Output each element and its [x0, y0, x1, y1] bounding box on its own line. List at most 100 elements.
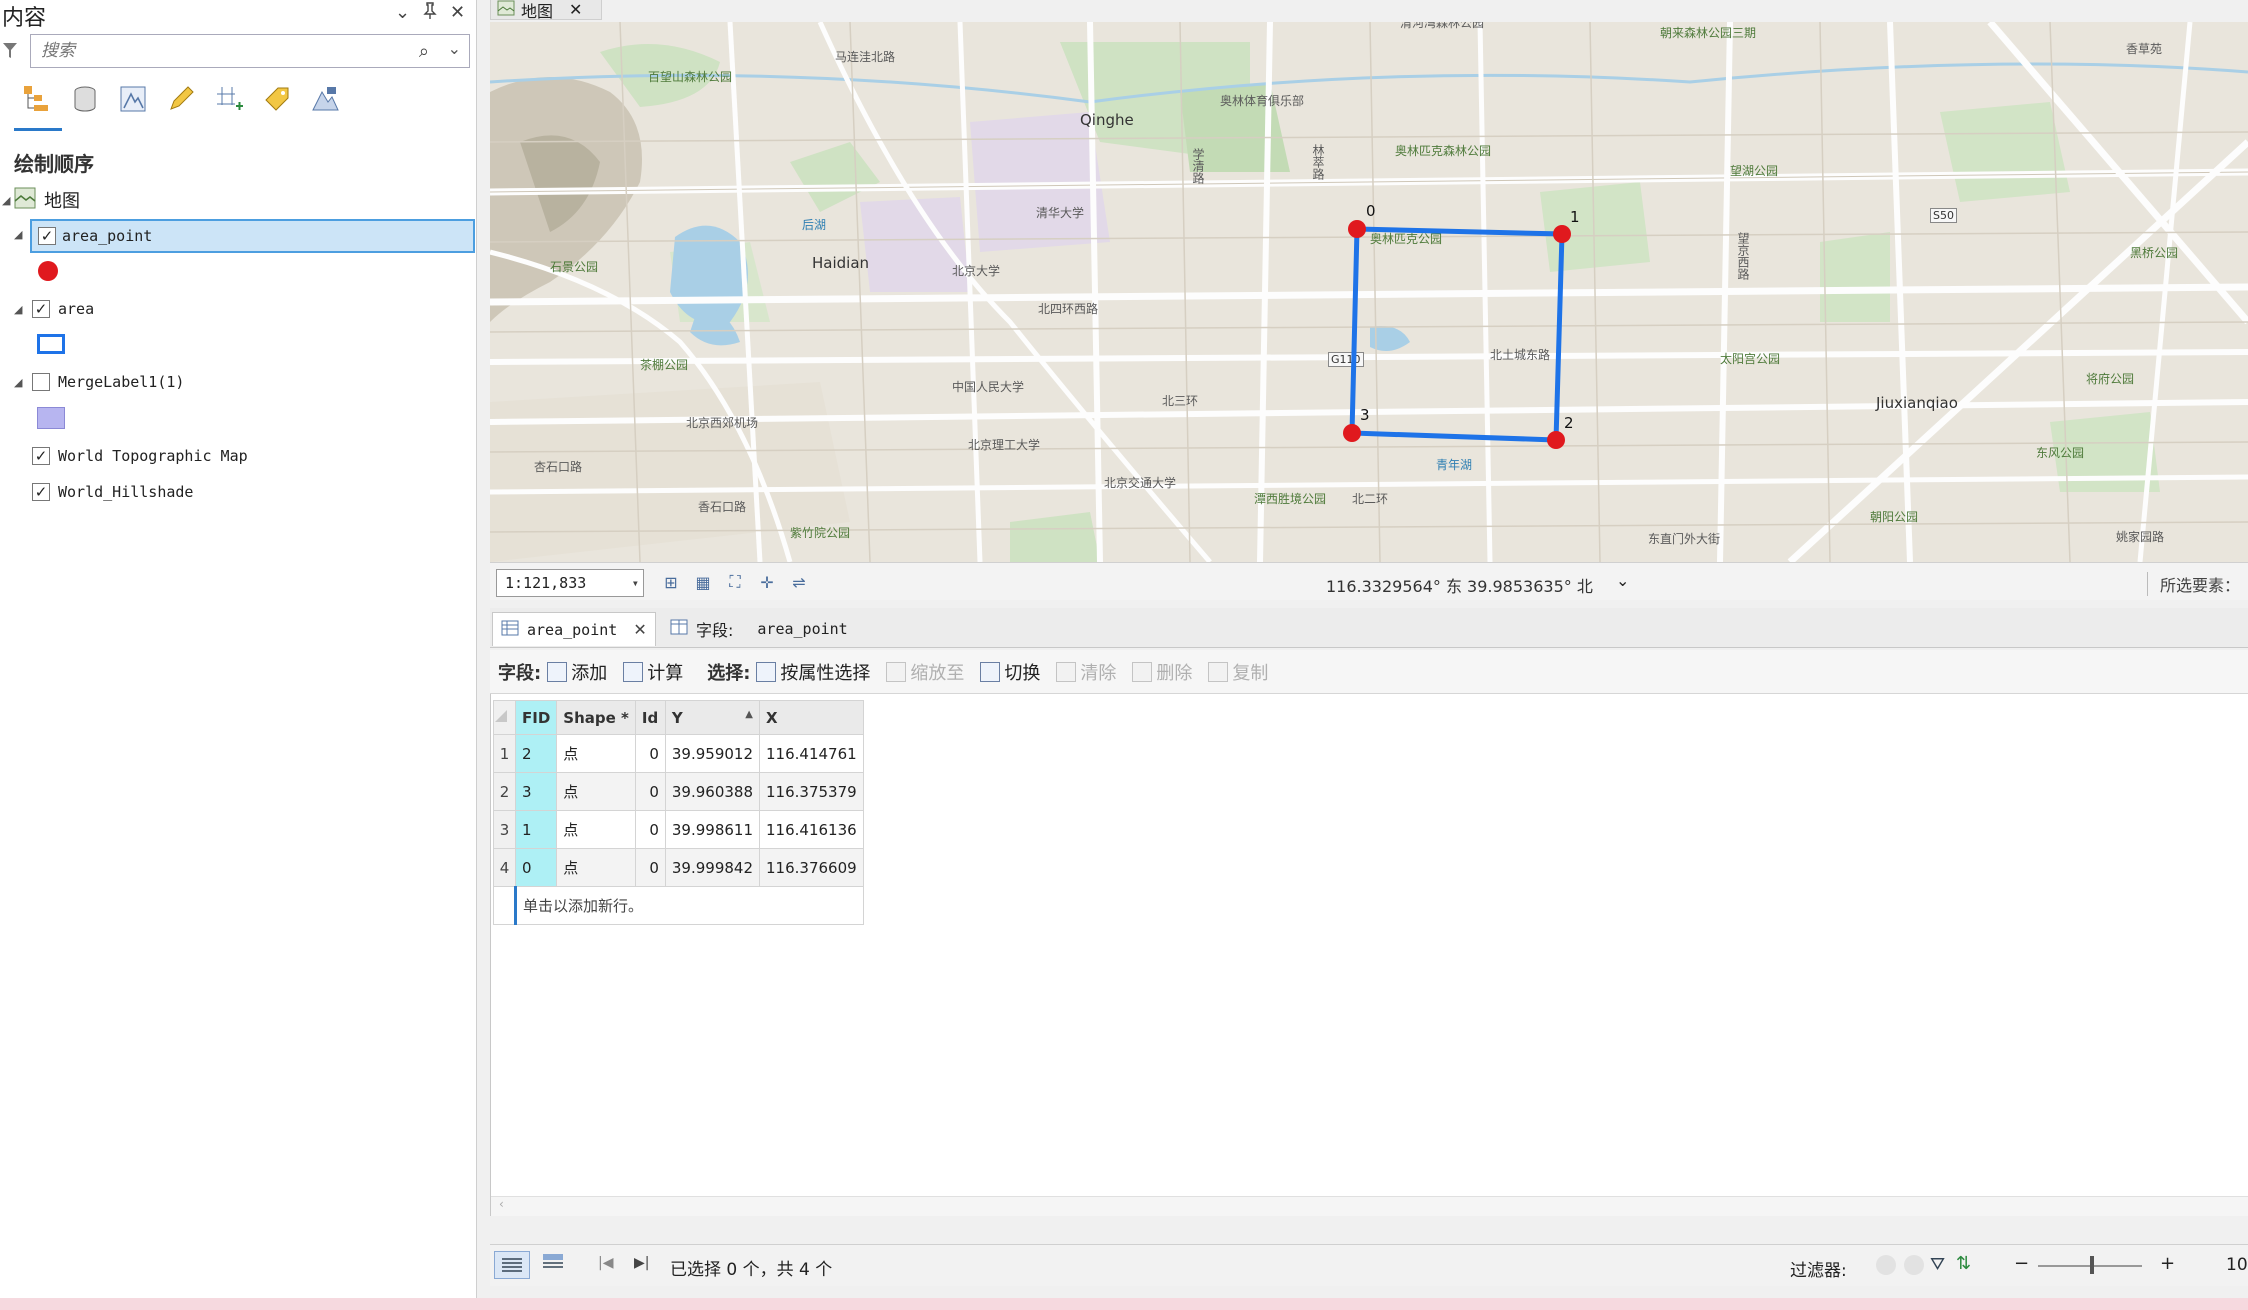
- column-header-shape[interactable]: Shape *: [556, 700, 636, 735]
- collapse-triangle-icon[interactable]: ◢: [14, 303, 22, 316]
- column-header-y[interactable]: Y ▲: [664, 700, 761, 735]
- show-all-records-button[interactable]: [494, 1251, 530, 1279]
- table-row[interactable]: 4 0 点 0 39.999842 116.376609: [493, 848, 864, 887]
- tab-fields-view[interactable]: 字段: area_point: [662, 612, 856, 646]
- row-number[interactable]: 2: [493, 772, 516, 811]
- cell-fid[interactable]: 2: [514, 734, 558, 773]
- layer-visibility-checkbox[interactable]: [32, 373, 50, 391]
- first-record-icon[interactable]: |◀: [598, 1255, 613, 1271]
- list-by-data-source-icon[interactable]: [68, 82, 102, 116]
- close-map-tab-icon[interactable]: ✕: [569, 0, 582, 19]
- area-polygon-overlay[interactable]: [490, 22, 2248, 562]
- list-by-selection-icon[interactable]: [116, 82, 150, 116]
- map-node[interactable]: ◢ 地图: [0, 183, 475, 217]
- lavender-fill-symbol-icon[interactable]: [37, 407, 65, 429]
- row-number[interactable]: 3: [493, 810, 516, 849]
- table-row[interactable]: 3 1 点 0 39.998611 116.416136: [493, 810, 864, 849]
- cell-y[interactable]: 39.998611: [664, 810, 761, 849]
- map-view-tab[interactable]: 地图 ✕: [490, 0, 602, 21]
- cell-id[interactable]: 0: [634, 848, 666, 887]
- column-header-fid[interactable]: FID: [514, 700, 558, 735]
- auto-hide-pin-icon[interactable]: [423, 2, 437, 25]
- close-pane-icon[interactable]: ✕: [450, 2, 465, 23]
- layer-row-world-topographic-map[interactable]: ✓ World Topographic Map: [0, 439, 475, 473]
- add-new-row[interactable]: 单击以添加新行。: [493, 886, 864, 925]
- table-row[interactable]: 1 2 点 0 39.959012 116.414761: [493, 734, 864, 773]
- cell-id[interactable]: 0: [634, 772, 666, 811]
- zoom-out-icon[interactable]: −: [2014, 1253, 2029, 1274]
- collapse-triangle-icon[interactable]: ◢: [14, 228, 22, 241]
- pane-options-chevron-icon[interactable]: ⌄: [395, 2, 410, 23]
- add-field-button[interactable]: 添加: [547, 659, 607, 685]
- cell-y[interactable]: 39.960388: [664, 772, 761, 811]
- cell-shape[interactable]: 点: [556, 848, 636, 887]
- attribute-grid-area[interactable]: FID Shape * Id Y ▲ X 1 2 点 0 39.959012 11…: [490, 694, 2248, 1216]
- cell-shape[interactable]: 点: [556, 772, 636, 811]
- collapse-triangle-icon[interactable]: ◢: [14, 376, 22, 389]
- layer-visibility-checkbox[interactable]: ✓: [32, 447, 50, 465]
- list-by-snapping-icon[interactable]: [212, 82, 246, 116]
- zoom-to-button[interactable]: 缩放至: [886, 659, 964, 685]
- map-scale-dropdown[interactable]: 1:121,833 ▾: [496, 569, 644, 597]
- cell-shape[interactable]: 点: [556, 810, 636, 849]
- search-options-chevron-icon[interactable]: ⌄: [448, 39, 461, 58]
- table-row[interactable]: 2 3 点 0 39.960388 116.375379: [493, 772, 864, 811]
- layer-row-world-hillshade[interactable]: ✓ World_Hillshade: [0, 475, 475, 509]
- layer-visibility-checkbox[interactable]: ✓: [32, 300, 50, 318]
- blue-rectangle-symbol-icon[interactable]: [37, 334, 65, 354]
- select-by-attributes-button[interactable]: 按属性选择: [756, 659, 870, 685]
- show-selected-records-button[interactable]: [542, 1253, 564, 1274]
- attribute-table-grid[interactable]: FID Shape * Id Y ▲ X 1 2 点 0 39.959012 11…: [493, 700, 864, 925]
- fixed-zoom-icon[interactable]: ⊞: [660, 571, 682, 593]
- cell-id[interactable]: 0: [634, 734, 666, 773]
- search-icon[interactable]: ⌕: [419, 41, 429, 62]
- list-by-perspective-imagery-icon[interactable]: [308, 82, 342, 116]
- cell-id[interactable]: 0: [634, 810, 666, 849]
- pan-crosshair-icon[interactable]: ✛: [756, 571, 778, 593]
- zoom-slider-thumb[interactable]: [2090, 1256, 2094, 1274]
- list-by-drawing-order-icon[interactable]: [20, 82, 54, 116]
- sort-arrows-icon[interactable]: ⇅: [1956, 1253, 1971, 1274]
- add-new-row-hint[interactable]: 单击以添加新行。: [514, 886, 864, 925]
- cell-x[interactable]: 116.416136: [759, 810, 864, 849]
- clear-selection-button[interactable]: 清除: [1056, 659, 1116, 685]
- grid-icon[interactable]: ▦: [692, 571, 714, 593]
- layer-search-input[interactable]: [31, 35, 401, 67]
- switch-selection-button[interactable]: 切换: [980, 659, 1040, 685]
- chevron-down-icon[interactable]: ▾: [632, 570, 639, 596]
- filter-funnel-icon[interactable]: ⛛: [1930, 1254, 1945, 1275]
- row-number[interactable]: 1: [493, 734, 516, 773]
- cell-x[interactable]: 116.375379: [759, 772, 864, 811]
- cell-x[interactable]: 116.414761: [759, 734, 864, 773]
- vertex-point[interactable]: [1547, 431, 1565, 449]
- calculate-field-button[interactable]: 计算: [623, 659, 683, 685]
- coordinate-format-chevron-icon[interactable]: ⌄: [1616, 571, 1629, 590]
- cell-fid[interactable]: 0: [514, 848, 558, 887]
- column-header-x[interactable]: X: [759, 700, 864, 735]
- selected-features-label[interactable]: 所选要素：: [2146, 572, 2240, 596]
- horizontal-scrollbar[interactable]: ‹: [491, 1196, 2248, 1216]
- row-number[interactable]: 4: [493, 848, 516, 887]
- map-canvas[interactable]: 清河湾森林公园 朝来森林公园三期 香草苑 马连洼北路 百望山森林公园 奥林体育俱…: [490, 22, 2248, 562]
- filter-icon[interactable]: [2, 42, 18, 60]
- collapse-triangle-icon[interactable]: ◢: [2, 194, 10, 207]
- filter-by-query-icon[interactable]: [1904, 1255, 1924, 1275]
- vertex-point[interactable]: [1348, 220, 1366, 238]
- red-point-symbol-icon[interactable]: [38, 261, 58, 281]
- cell-y[interactable]: 39.959012: [664, 734, 761, 773]
- area-polygon-outline[interactable]: [1349, 226, 1565, 443]
- close-table-tab-icon[interactable]: ✕: [633, 620, 646, 639]
- layer-row-area-point[interactable]: ✓ area_point: [30, 219, 475, 253]
- layer-visibility-checkbox[interactable]: ✓: [38, 227, 56, 245]
- copy-selected-button[interactable]: 复制: [1208, 659, 1268, 685]
- select-all-corner[interactable]: [493, 700, 516, 735]
- cell-x[interactable]: 116.376609: [759, 848, 864, 887]
- last-record-icon[interactable]: ▶|: [634, 1255, 649, 1271]
- cell-fid[interactable]: 3: [514, 772, 558, 811]
- full-extent-icon[interactable]: ⛶: [724, 571, 746, 593]
- layer-row-mergelabel[interactable]: ◢ MergeLabel1(1): [0, 365, 475, 399]
- vertex-point[interactable]: [1343, 424, 1361, 442]
- cell-fid[interactable]: 1: [514, 810, 558, 849]
- vertex-point[interactable]: [1553, 225, 1571, 243]
- tab-area-point-table[interactable]: area_point ✕: [492, 612, 656, 646]
